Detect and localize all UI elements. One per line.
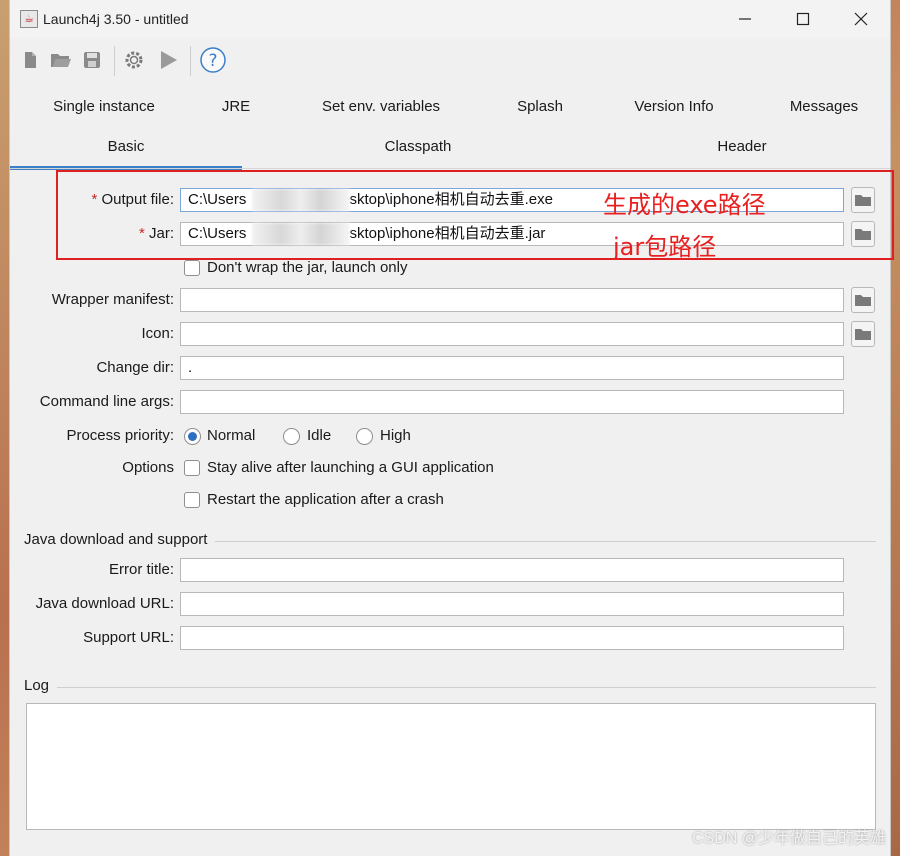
new-file-icon <box>25 52 36 68</box>
tab-set-env-variables[interactable]: Set env. variables <box>306 90 456 124</box>
folder-open-icon <box>51 54 71 67</box>
support-url-label: Support URL: <box>83 629 174 646</box>
tab-divider <box>10 168 890 169</box>
help-button[interactable]: ? <box>199 46 227 74</box>
output-file-browse-button[interactable] <box>851 187 875 213</box>
change-dir-input[interactable]: . <box>180 356 844 380</box>
icon-browse-button[interactable] <box>851 321 875 347</box>
annotation-jar-note: jar包路径 <box>613 233 717 261</box>
options-label: Options <box>122 459 174 476</box>
process-priority-label: Process priority: <box>66 427 174 444</box>
close-icon <box>854 12 868 26</box>
new-file-button[interactable] <box>16 46 44 74</box>
java-download-url-label: Java download URL: <box>35 595 174 612</box>
dont-wrap-label: Don't wrap the jar, launch only <box>207 259 408 276</box>
jar-browse-button[interactable] <box>851 221 875 247</box>
stay-alive-checkbox[interactable] <box>184 460 200 476</box>
jar-label: * Jar: <box>138 225 174 242</box>
priority-normal-label: Normal <box>207 427 256 444</box>
folder-icon <box>855 195 871 206</box>
java-cup-icon: ☕ <box>20 10 38 28</box>
help-icon: ? <box>200 47 226 73</box>
error-title-label: Error title: <box>108 561 174 578</box>
title-bar: ☕ Launch4j 3.50 - untitled <box>10 0 890 38</box>
toolbar: ? <box>10 40 890 80</box>
tab-splash[interactable]: Splash <box>500 90 580 124</box>
support-url-input[interactable] <box>180 626 844 650</box>
restart-label: Restart the application after a crash <box>207 491 444 508</box>
maximize-button[interactable] <box>774 0 832 38</box>
toolbar-separator <box>114 46 115 76</box>
priority-high-radio[interactable] <box>356 428 373 445</box>
java-download-section-title: Java download and support <box>24 531 216 548</box>
folder-icon <box>855 229 871 240</box>
tab-messages[interactable]: Messages <box>774 90 874 124</box>
annotation-exe-note: 生成的exe路径 <box>603 191 766 219</box>
dont-wrap-checkbox[interactable] <box>184 260 200 276</box>
build-wrapper-button[interactable] <box>120 46 148 74</box>
log-textarea[interactable] <box>26 703 876 830</box>
icon-label: Icon: <box>141 325 174 342</box>
watermark: CSDN @少年做自己的英雄 <box>691 830 886 847</box>
gear-icon <box>125 51 143 69</box>
priority-idle-label: Idle <box>307 427 332 444</box>
cmd-args-label: Command line args: <box>39 393 174 410</box>
close-button[interactable] <box>832 0 890 38</box>
test-run-button[interactable] <box>154 46 182 74</box>
minimize-button[interactable] <box>716 0 774 38</box>
log-section-title: Log <box>24 677 58 694</box>
tab-basic[interactable]: Basic <box>10 130 242 170</box>
minimize-icon <box>739 18 751 20</box>
tab-header[interactable]: Header <box>636 130 848 164</box>
log-divider <box>26 687 876 688</box>
stay-alive-label: Stay alive after launching a GUI applica… <box>207 459 494 476</box>
priority-high-label: High <box>380 427 411 444</box>
wrapper-manifest-input[interactable] <box>180 288 844 312</box>
save-disk-icon <box>84 52 100 68</box>
redaction-blur <box>252 223 350 245</box>
play-icon <box>161 51 177 69</box>
open-button[interactable] <box>47 46 75 74</box>
tab-jre[interactable]: JRE <box>206 90 266 124</box>
java-download-url-input[interactable] <box>180 592 844 616</box>
redaction-blur <box>252 189 350 211</box>
tab-classpath[interactable]: Classpath <box>310 130 526 164</box>
wrapper-manifest-browse-button[interactable] <box>851 287 875 313</box>
window-title: Launch4j 3.50 - untitled <box>43 11 189 27</box>
change-dir-label: Change dir: <box>96 359 174 376</box>
restart-checkbox[interactable] <box>184 492 200 508</box>
app-window: ☕ Launch4j 3.50 - untitled ? Single inst… <box>9 0 891 856</box>
wrapper-manifest-label: Wrapper manifest: <box>51 291 174 308</box>
toolbar-separator <box>190 46 191 76</box>
folder-icon <box>855 329 871 340</box>
error-title-input[interactable] <box>180 558 844 582</box>
folder-icon <box>855 295 871 306</box>
save-button[interactable] <box>78 46 106 74</box>
output-file-label: * Output file: <box>91 191 174 208</box>
tab-version-info[interactable]: Version Info <box>616 90 732 124</box>
priority-normal-radio[interactable] <box>184 428 201 445</box>
cmd-args-input[interactable] <box>180 390 844 414</box>
maximize-icon <box>796 12 810 26</box>
priority-idle-radio[interactable] <box>283 428 300 445</box>
tab-single-instance[interactable]: Single instance <box>30 90 178 124</box>
icon-input[interactable] <box>180 322 844 346</box>
tab-strip: Single instance JRE Set env. variables S… <box>10 90 890 170</box>
svg-text:?: ? <box>208 51 217 71</box>
